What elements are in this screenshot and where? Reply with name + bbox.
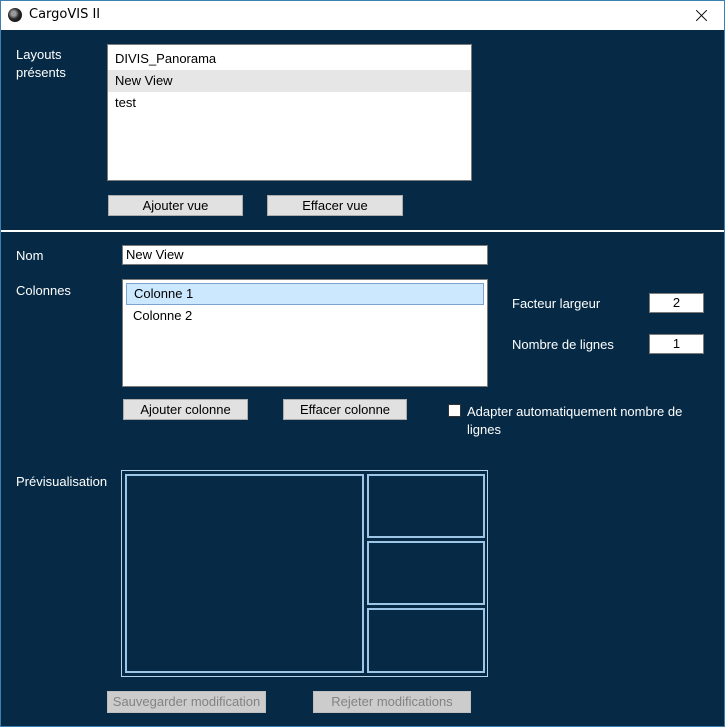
app-window: CargoVIS II Layouts présents DIVIS_Panor… (0, 0, 725, 727)
preview-pane (125, 474, 364, 673)
width-factor-field[interactable]: 2 (649, 293, 704, 313)
name-field[interactable]: New View (122, 245, 488, 265)
save-changes-button[interactable]: Sauvegarder modification (107, 691, 266, 713)
app-logo-icon (8, 8, 22, 22)
width-factor-label: Facteur largeur (512, 296, 601, 311)
preview-pane (367, 474, 485, 538)
layouts-label: Layouts présents (16, 47, 66, 80)
delete-column-button[interactable]: Effacer colonne (283, 399, 407, 420)
layout-preview (121, 470, 488, 677)
title-bar: CargoVIS II (1, 1, 724, 30)
preview-pane (367, 541, 485, 605)
list-item[interactable]: Colonne 2 (126, 305, 484, 327)
preview-pane (367, 608, 485, 673)
name-label: Nom (16, 248, 44, 263)
section-divider (1, 230, 724, 232)
list-item[interactable]: test (108, 92, 471, 114)
rows-field[interactable]: 1 (649, 334, 704, 354)
close-icon[interactable] (678, 1, 724, 30)
preview-label: Prévisualisation (16, 474, 108, 489)
auto-rows-label: Adapter automatiquement nombre de lignes (467, 404, 683, 437)
list-item[interactable]: New View (108, 70, 471, 92)
delete-view-button[interactable]: Effacer vue (267, 195, 403, 216)
window-title: CargoVIS II (29, 7, 101, 22)
add-view-button[interactable]: Ajouter vue (108, 195, 243, 216)
columns-list[interactable]: Colonne 1 Colonne 2 (122, 279, 488, 387)
columns-label: Colonnes (16, 283, 71, 298)
reject-changes-button[interactable]: Rejeter modifications (313, 691, 471, 713)
rows-label: Nombre de lignes (512, 337, 614, 352)
list-item[interactable]: DIVIS_Panorama (108, 48, 471, 70)
auto-rows-checkbox[interactable] (448, 404, 461, 417)
add-column-button[interactable]: Ajouter colonne (123, 399, 248, 420)
list-item[interactable]: Colonne 1 (126, 283, 484, 305)
layouts-list[interactable]: DIVIS_Panorama New View test (107, 44, 472, 181)
